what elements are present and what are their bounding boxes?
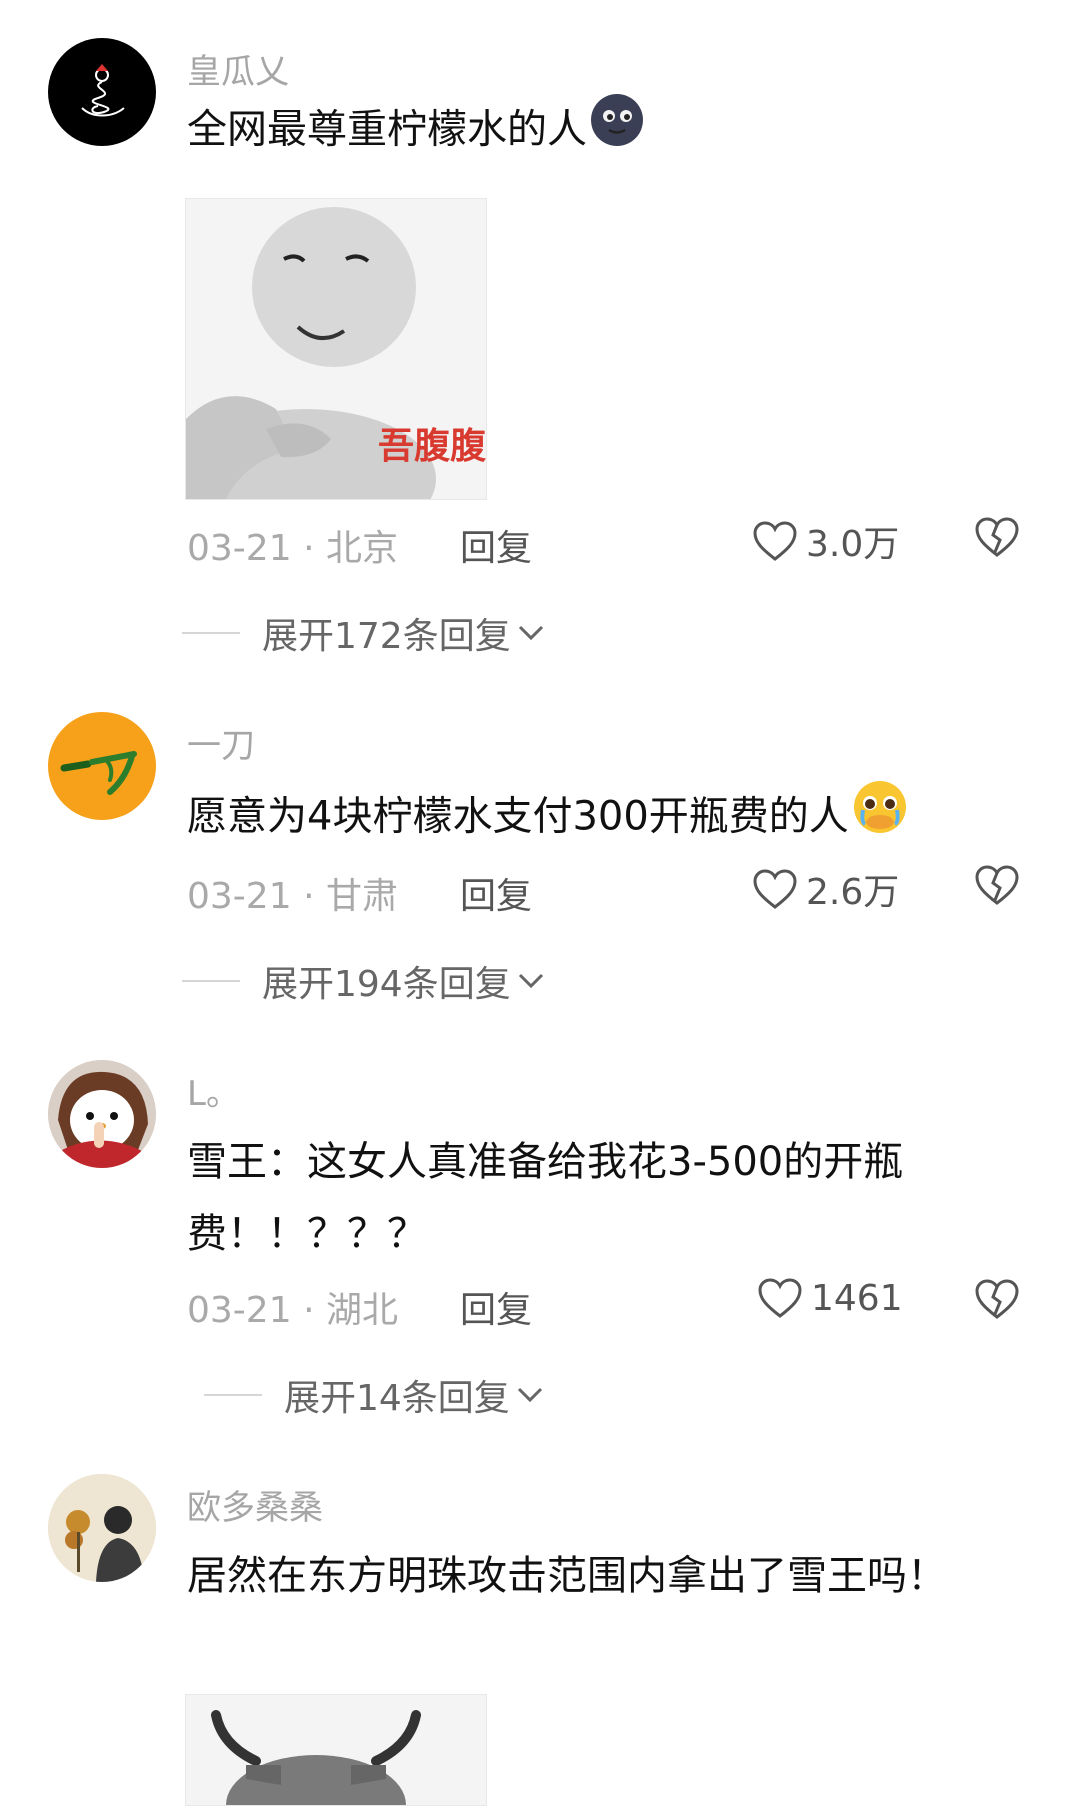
like-count: 3.0万 <box>806 524 900 565</box>
avatar-cartoon-girl-icon <box>48 1060 156 1168</box>
comment-text-content: 全网最尊重柠檬水的人 <box>187 106 587 153</box>
divider-line <box>204 1394 262 1396</box>
divider-line <box>182 980 240 982</box>
meta-separator: · <box>303 876 326 917</box>
comment-text: 全网最尊重柠檬水的人 <box>187 92 1007 171</box>
comment-text: 雪王：这女人真准备给我花3-500的开瓶费！！？？？ <box>187 1139 904 1257</box>
expand-replies-label: 展开194条回复 <box>262 964 511 1005</box>
avatar[interactable] <box>48 712 156 820</box>
username[interactable]: 欧多桑桑 <box>187 1480 323 1529</box>
broken-heart-icon <box>975 1279 1019 1319</box>
comment-text: 愿意为4块柠檬水支付300开瓶费的人 <box>187 778 1007 859</box>
new-moon-face-emoji <box>589 92 645 171</box>
username[interactable]: 皇瓜乂 <box>187 44 289 93</box>
chevron-down-icon <box>518 625 543 641</box>
sticker-image[interactable]: 吾腹腹 <box>185 198 487 500</box>
heart-icon <box>753 869 797 909</box>
bull-head-icon <box>211 1710 421 1805</box>
chevron-down-icon <box>517 1387 542 1403</box>
comment-meta: 03-21 · 湖北 <box>187 1281 398 1333</box>
meta-separator: · <box>303 1290 326 1331</box>
dislike-button[interactable] <box>974 1278 1020 1324</box>
comment-location: 湖北 <box>325 1290 398 1331</box>
comment-location: 北京 <box>325 528 398 569</box>
broken-heart-icon <box>975 517 1019 557</box>
like-count: 1461 <box>811 1277 903 1319</box>
comment-meta: 03-21 · 甘肃 <box>187 867 398 919</box>
like-button[interactable]: 2.6万 <box>752 863 899 915</box>
comment-date: 03-21 <box>187 528 292 569</box>
like-button[interactable]: 1461 <box>757 1277 903 1319</box>
dislike-button[interactable] <box>974 864 1020 910</box>
avatar[interactable] <box>48 1060 156 1168</box>
reply-button[interactable]: 回复 <box>460 1281 532 1333</box>
expand-replies-label: 展开14条回复 <box>284 1378 510 1419</box>
like-count: 2.6万 <box>806 872 900 913</box>
comment-date: 03-21 <box>187 1290 292 1331</box>
comment-text: 居然在东方明珠攻击范围内拿出了雪王吗！ <box>187 1553 947 1599</box>
expand-replies-button[interactable]: 展开14条回复 <box>204 1369 544 1421</box>
reply-button[interactable]: 回复 <box>460 867 532 919</box>
expand-replies-button[interactable]: 展开194条回复 <box>182 955 545 1007</box>
avatar[interactable] <box>48 1474 156 1582</box>
avatar-doodle-icon <box>81 64 125 117</box>
comment-location: 甘肃 <box>325 876 398 917</box>
divider-line <box>182 632 240 634</box>
heart-icon <box>753 521 797 561</box>
dislike-button[interactable] <box>974 516 1020 562</box>
comment-date: 03-21 <box>187 876 292 917</box>
sticker-caption: 吾腹腹 <box>377 426 486 467</box>
avatar-photo-icon <box>48 1474 156 1582</box>
expand-replies-button[interactable]: 展开172条回复 <box>182 607 545 659</box>
avatar-bamboo-icon <box>60 751 137 795</box>
pleading-face-emoji <box>851 778 909 859</box>
chevron-down-icon <box>518 973 543 989</box>
comment-meta: 03-21 · 北京 <box>187 519 398 571</box>
expand-replies-label: 展开172条回复 <box>262 616 511 657</box>
heart-icon <box>758 1278 802 1318</box>
broken-heart-icon <box>975 865 1019 905</box>
username[interactable]: 一刀 <box>187 718 255 767</box>
sticker-image[interactable] <box>185 1694 487 1806</box>
meta-separator: · <box>303 528 326 569</box>
comment-text-content: 愿意为4块柠檬水支付300开瓶费的人 <box>187 793 849 840</box>
username[interactable]: L。 <box>187 1066 240 1115</box>
reply-button[interactable]: 回复 <box>460 519 532 571</box>
like-button[interactable]: 3.0万 <box>752 515 899 567</box>
avatar[interactable] <box>48 38 156 146</box>
